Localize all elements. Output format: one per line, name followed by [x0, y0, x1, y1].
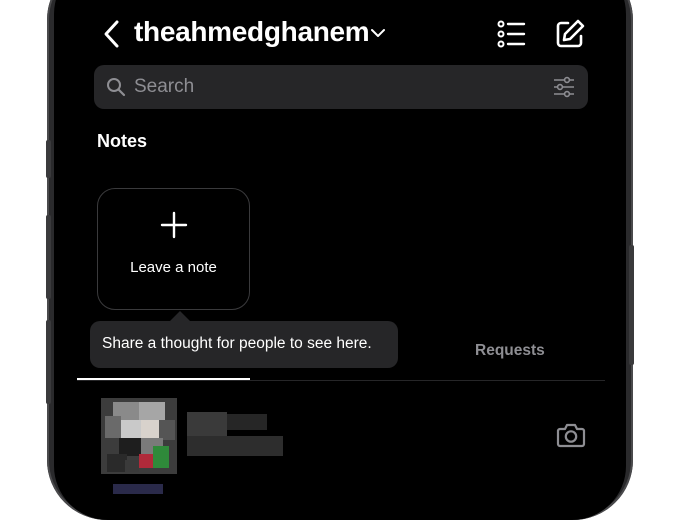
side-button [46, 140, 51, 178]
compose-button[interactable] [554, 18, 586, 50]
active-tab-indicator [77, 378, 250, 380]
filter-sliders-icon [554, 76, 574, 98]
conversation-name-blurred [187, 412, 227, 438]
next-avatar-blurred [113, 484, 163, 494]
side-button [46, 215, 51, 299]
account-switcher-button[interactable] [370, 26, 386, 40]
plus-icon [160, 211, 188, 244]
leave-note-label: Leave a note [130, 259, 217, 276]
leave-note-card[interactable] [97, 188, 250, 310]
conversation-extra-blurred [227, 414, 267, 430]
side-button [46, 320, 51, 404]
list-icon [497, 20, 526, 48]
chevron-left-icon [104, 20, 119, 48]
avatar[interactable] [101, 398, 177, 474]
camera-icon [556, 423, 586, 448]
search-input[interactable]: Search [134, 76, 194, 98]
tab-requests[interactable]: Requests [475, 342, 545, 360]
username-title[interactable]: theahmedghanem [134, 16, 370, 48]
notes-heading: Notes [97, 131, 148, 151]
search-icon [106, 77, 126, 102]
camera-button[interactable] [556, 420, 586, 450]
compose-icon [556, 19, 585, 48]
list-button[interactable] [496, 18, 526, 50]
tooltip-text: Share a thought for people to see here. [102, 335, 372, 352]
side-button [629, 245, 634, 365]
conversation-preview-blurred [187, 436, 283, 456]
chevron-down-icon [371, 29, 385, 37]
filter-button[interactable] [552, 75, 576, 99]
back-button[interactable] [100, 18, 124, 50]
tab-divider [77, 380, 605, 381]
